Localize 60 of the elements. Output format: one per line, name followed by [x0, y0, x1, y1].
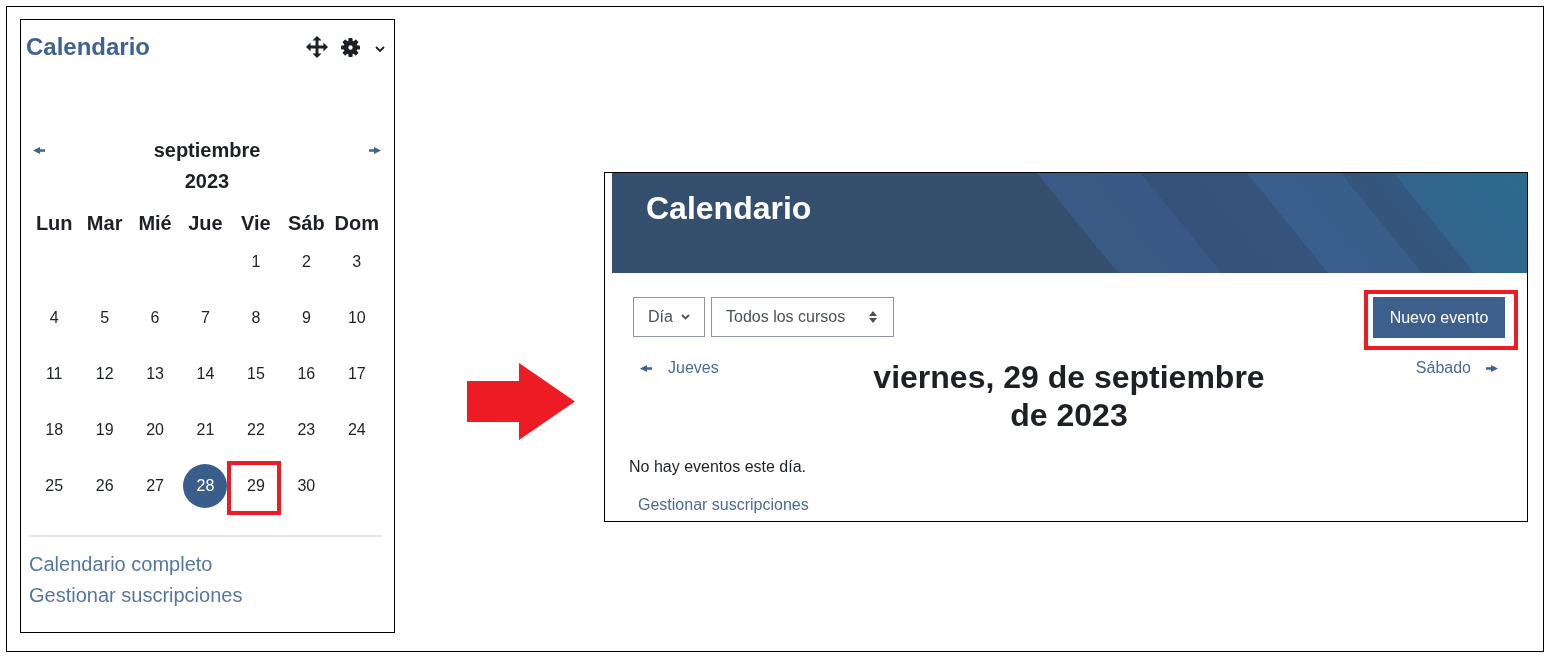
day-number[interactable]: 4 — [49, 308, 59, 328]
arrow-left-icon[interactable] — [33, 147, 45, 154]
arrow-right-icon[interactable] — [369, 147, 381, 154]
day-number[interactable]: 7 — [201, 308, 210, 328]
weekday-header: Dom — [334, 212, 379, 234]
day-number[interactable]: 18 — [45, 420, 64, 440]
day-number[interactable]: 17 — [347, 364, 366, 384]
subscriptions-link[interactable]: Gestionar suscripciones — [638, 494, 809, 516]
day-number[interactable]: 30 — [297, 476, 316, 496]
day-number[interactable]: 11 — [45, 364, 63, 384]
new-event-button[interactable]: Nuevo evento — [1373, 297, 1505, 338]
day-number[interactable]: 26 — [95, 476, 114, 496]
chevron-down-icon[interactable] — [375, 45, 385, 52]
page-title: Calendario — [646, 189, 812, 228]
weekday-header: Jue — [188, 212, 223, 234]
day-number[interactable]: 22 — [247, 420, 265, 440]
previous-day-link[interactable]: Jueves — [640, 358, 719, 378]
block-title: Calendario — [26, 32, 151, 62]
day-number[interactable]: 13 — [146, 364, 164, 384]
weekday-header: Vie — [241, 212, 271, 234]
next-day-link[interactable]: Sábado — [1415, 358, 1498, 378]
day-number[interactable]: 25 — [45, 476, 64, 496]
empty-message: No hay eventos este día. — [629, 457, 806, 477]
weekday-header: Mié — [138, 212, 172, 234]
day-number[interactable]: 10 — [347, 308, 366, 328]
view-select[interactable]: Día — [633, 297, 705, 337]
calendar-link[interactable]: Gestionar suscripciones — [29, 580, 243, 611]
day-number[interactable]: 8 — [251, 308, 261, 328]
settings-icon[interactable] — [341, 37, 360, 57]
day-number[interactable]: 2 — [301, 252, 311, 272]
day-number[interactable]: 27 — [146, 476, 164, 496]
day-number[interactable]: 14 — [196, 364, 215, 384]
day-number[interactable]: 23 — [297, 420, 316, 440]
day-number[interactable]: 24 — [347, 420, 366, 440]
year-label: 2023 — [184, 169, 230, 194]
day-number[interactable]: 5 — [100, 308, 110, 328]
weekday-header: Lun — [35, 212, 73, 234]
day-number[interactable]: 3 — [352, 252, 362, 272]
weekday-header: Sáb — [288, 212, 325, 234]
day-number[interactable]: 12 — [95, 364, 114, 384]
month-label: septiembre — [153, 138, 261, 163]
day-number[interactable]: 6 — [150, 308, 160, 328]
day-number[interactable]: 19 — [95, 420, 114, 440]
arrow-right-icon — [1486, 364, 1498, 372]
day-number[interactable]: 29 — [247, 476, 265, 496]
current-day-marker[interactable]: 28 — [183, 464, 228, 508]
course-select[interactable]: Todos los cursos — [711, 297, 894, 337]
day-number[interactable]: 20 — [146, 420, 164, 440]
weekday-header: Mar — [86, 212, 123, 234]
day-number[interactable]: 9 — [301, 308, 311, 328]
sort-icon — [869, 311, 877, 323]
day-heading: viernes, 29 de septiembre de 2023 — [872, 358, 1266, 434]
chevron-down-icon — [681, 314, 690, 320]
day-number[interactable]: 1 — [251, 252, 261, 272]
day-number[interactable]: 21 — [196, 420, 215, 440]
day-number[interactable]: 16 — [297, 364, 316, 384]
calendar-link[interactable]: Calendario completo — [29, 549, 213, 580]
arrow-left-icon — [640, 364, 652, 372]
move-icon[interactable] — [306, 36, 328, 58]
day-number[interactable]: 15 — [247, 364, 265, 384]
